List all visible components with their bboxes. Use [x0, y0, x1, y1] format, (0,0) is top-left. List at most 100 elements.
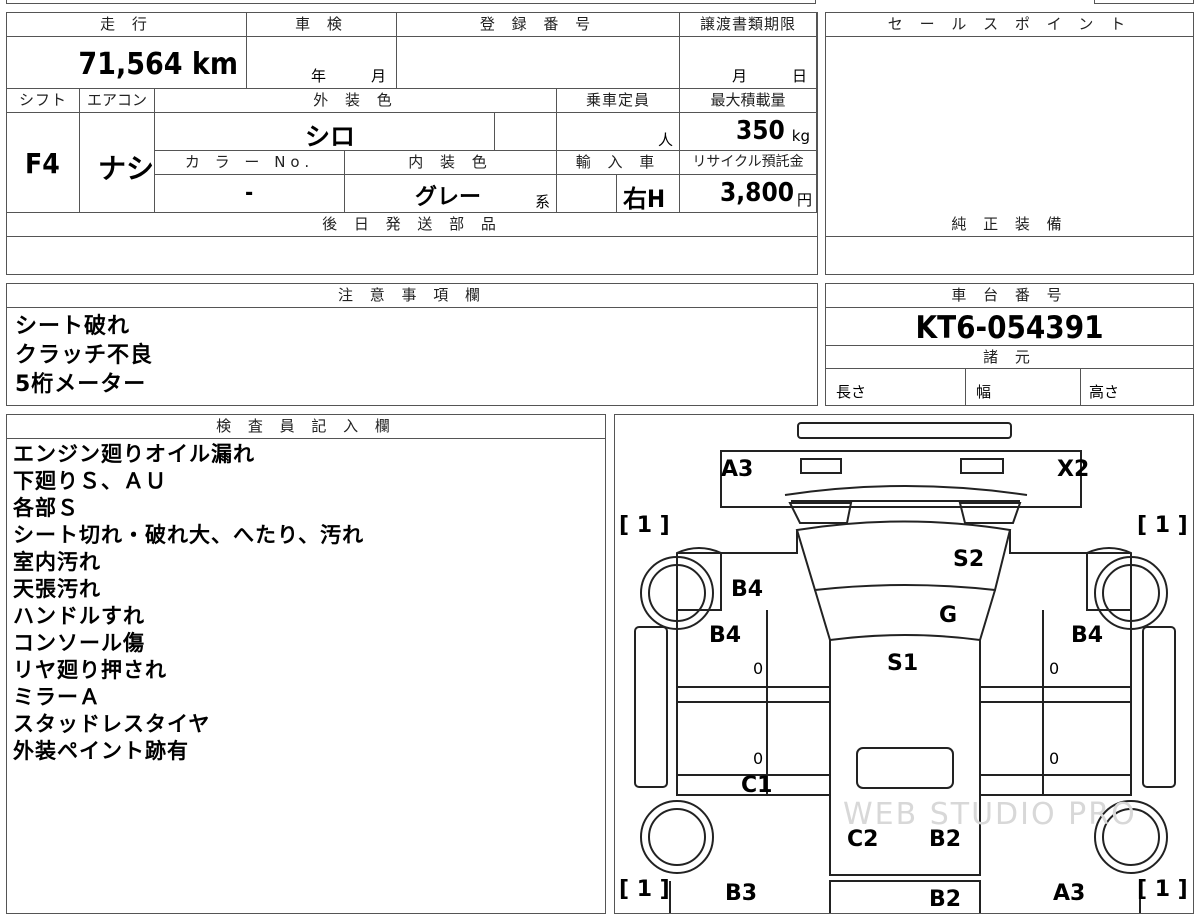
inspector-box: 検 査 員 記 入 欄 エンジン廻りオイル漏れ 下廻りＳ、ＡＵ 各部Ｓ シート切… [6, 414, 606, 914]
inspector-item: 下廻りＳ、ＡＵ [13, 469, 167, 493]
mark-g: G [939, 603, 958, 628]
transfer-value-cell: 月 日 [680, 37, 817, 89]
inspection-label: 車 検 [247, 13, 397, 37]
later-parts-label: 後 日 発 送 部 品 [7, 213, 817, 237]
notes-list: シート破れ クラッチ不良 5桁メーター [15, 312, 153, 399]
inspector-item: ハンドルすれ [13, 604, 145, 628]
mark-c1: C1 [741, 773, 773, 798]
capacity-label: 乗車定員 [557, 89, 680, 113]
color-no-value-cell: - [155, 175, 345, 213]
import-value: 右H [623, 185, 666, 213]
max-load-unit: kg [791, 127, 810, 145]
chassis-label: 車 台 番 号 [826, 284, 1193, 308]
color-no-value: - [245, 181, 254, 206]
specs-length: 長さ [836, 383, 867, 401]
aircon-value: ナシ [98, 152, 155, 185]
mileage-label: 走 行 [7, 13, 247, 37]
notes-box: 注 意 事 項 欄 シート破れ クラッチ不良 5桁メーター [6, 283, 818, 406]
mark-s2: S2 [953, 547, 985, 572]
tire-front-right: [ 1 ] [1137, 513, 1188, 538]
capacity-value-cell: 人 [557, 113, 680, 151]
transfer-day: 日 [792, 67, 808, 85]
specs-width-cell: 幅 [966, 369, 1081, 406]
zero-mark: 0 [1049, 749, 1060, 768]
inspector-list: エンジン廻りオイル漏れ 下廻りＳ、ＡＵ 各部Ｓ シート切れ・破れ大、へたり、汚れ… [13, 441, 364, 765]
notes-item: クラッチ不良 [15, 343, 154, 368]
transfer-label: 譲渡書類期限 [680, 13, 817, 37]
watermark: WEB STUDIO PRO [843, 797, 1137, 832]
max-load-value-cell: 350 kg [680, 113, 817, 151]
tire-front-left: [ 1 ] [619, 513, 670, 538]
inspector-item: コンソール傷 [13, 631, 145, 655]
specs-length-cell: 長さ [826, 369, 966, 406]
inspector-item: スタッドレスタイヤ [13, 712, 211, 736]
interior-color-value-cell: グレー 系 [345, 175, 557, 213]
mileage-value: 71,564 km [78, 47, 238, 82]
shift-label: シフト [7, 89, 80, 113]
import-value-cell: 右H [617, 175, 680, 213]
mark-b3: B3 [725, 881, 758, 906]
import-blank-cell [557, 175, 617, 213]
aircon-value-cell: ナシ [80, 113, 155, 213]
recycle-value: 3,800 [720, 178, 794, 208]
chassis-box: 車 台 番 号 KT6-054391 諸 元 長さ 幅 高さ [825, 283, 1194, 406]
tire-rear-right: [ 1 ] [1137, 877, 1188, 902]
mark-a3-bottom: A3 [1053, 881, 1086, 906]
top-strip [6, 0, 816, 4]
mark-a3-top: A3 [721, 457, 754, 482]
recycle-unit: 円 [796, 191, 812, 209]
import-label: 輸 入 車 [557, 151, 680, 175]
exterior-color-label: 外 装 色 [155, 89, 557, 113]
chassis-value: KT6-054391 [915, 310, 1104, 346]
recycle-value-cell: 3,800 円 [680, 175, 817, 213]
notes-item: 5桁メーター [15, 372, 147, 397]
interior-color-label: 内 装 色 [345, 151, 557, 175]
inspector-item: エンジン廻りオイル漏れ [13, 442, 255, 466]
mark-c2: C2 [847, 827, 879, 852]
inspector-item: 外装ペイント跡有 [13, 739, 189, 763]
genuine-equipment-label: 純 正 装 備 [826, 213, 1193, 237]
inspection-year: 年 [311, 67, 327, 85]
transfer-month: 月 [732, 67, 748, 85]
mark-x2: X2 [1057, 457, 1090, 482]
mark-b2-center: B2 [929, 827, 962, 852]
mileage-value-cell: 71,564 km [7, 37, 247, 89]
inspection-month: 月 [371, 67, 387, 85]
sales-point-area [826, 37, 1193, 214]
notes-item: シート破れ [15, 314, 131, 339]
zero-mark: 0 [753, 659, 764, 678]
registration-label: 登 録 番 号 [397, 13, 680, 37]
inspection-value-cell: 年 月 [247, 37, 397, 89]
inspector-item: 天張汚れ [13, 577, 101, 601]
mark-b4-right: B4 [1071, 623, 1104, 648]
sales-point-label: セ ー ル ス ポ イ ン ト [826, 13, 1193, 37]
specs-width: 幅 [976, 383, 992, 401]
specs-label: 諸 元 [826, 345, 1193, 369]
registration-value-cell [397, 37, 680, 89]
max-load-label: 最大積載量 [680, 89, 817, 113]
shift-value-cell: F4 [7, 113, 80, 213]
vehicle-diagram: WEB STUDIO PRO A3 X2 S2 B4 G B4 B4 S1 C1… [614, 414, 1194, 914]
exterior-color-value-cell: シロ [155, 113, 495, 151]
sales-point-box: セ ー ル ス ポ イ ン ト 純 正 装 備 [825, 12, 1194, 275]
color-no-label: カ ラ ー No. [155, 151, 345, 175]
exterior-color-value: シロ [305, 122, 356, 151]
inspector-item: 室内汚れ [13, 550, 101, 574]
specs-height: 高さ [1089, 383, 1120, 401]
mark-s1: S1 [887, 651, 919, 676]
inspector-label: 検 査 員 記 入 欄 [7, 415, 605, 439]
notes-label: 注 意 事 項 欄 [7, 284, 817, 308]
max-load-value: 350 [736, 116, 785, 146]
inspector-item: 各部Ｓ [13, 496, 79, 520]
specs-height-cell: 高さ [1081, 369, 1193, 406]
capacity-unit: 人 [657, 131, 673, 149]
zero-mark: 0 [1049, 659, 1060, 678]
aircon-label: エアコン [80, 89, 155, 113]
inspector-item: シート切れ・破れ大、へたり、汚れ [13, 523, 365, 547]
inspector-item: リヤ廻り押され [13, 658, 167, 682]
interior-color-suffix: 系 [534, 193, 550, 211]
inspector-item: ミラーＡ [13, 685, 101, 709]
recycle-label: リサイクル預託金 [680, 151, 817, 175]
zero-mark: 0 [753, 749, 764, 768]
tire-rear-left: [ 1 ] [619, 877, 670, 902]
